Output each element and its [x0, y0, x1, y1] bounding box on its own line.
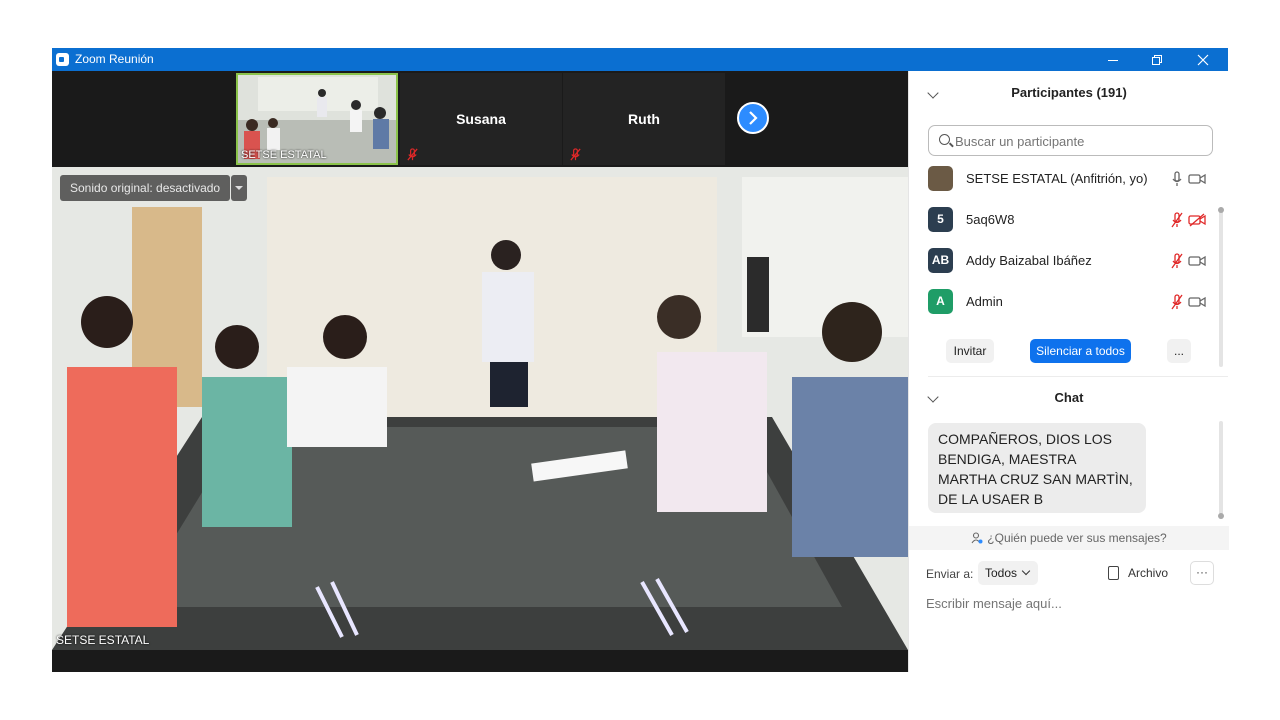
participant-name: Addy Baizabal Ibáñez — [966, 253, 1092, 268]
next-page-button[interactable] — [737, 102, 769, 134]
mic-muted-icon — [570, 148, 581, 161]
file-icon — [1108, 566, 1119, 580]
participant-name: Admin — [966, 294, 1003, 309]
participants-scrollbar[interactable] — [1218, 207, 1224, 367]
meeting-room-video-icon — [52, 167, 908, 650]
video-camera-icon[interactable] — [1188, 295, 1206, 309]
participant-row[interactable]: AB Addy Baizabal Ibáñez — [928, 247, 1208, 275]
participant-name: SETSE ESTATAL (Anfitrión, yo) — [966, 171, 1148, 186]
participant-name: 5aq6W8 — [966, 212, 1015, 227]
mic-muted-icon[interactable] — [1170, 212, 1184, 228]
avatar: 5 — [928, 207, 953, 232]
participant-row[interactable]: SETSE ESTATAL (Anfitrión, yo) — [928, 165, 1208, 193]
video-off-icon[interactable] — [1188, 213, 1206, 227]
who-can-see-messages-link[interactable]: ¿Quién puede ver sus mensajes? — [909, 526, 1229, 550]
close-button[interactable] — [1180, 48, 1226, 71]
original-sound-dropdown[interactable] — [231, 175, 247, 201]
participant-search-box[interactable] — [928, 125, 1213, 156]
mute-all-button[interactable]: Silenciar a todos — [1030, 339, 1131, 363]
zoom-window: Zoom Reunión SETSE ESTATAL Susana Ruth S… — [52, 48, 1229, 672]
close-icon — [1197, 54, 1209, 66]
title-bar: Zoom Reunión — [52, 48, 1228, 71]
mic-muted-icon — [407, 148, 418, 161]
window-title: Zoom Reunión — [75, 52, 154, 66]
main-video[interactable]: Sonido original: desactivado SETSE ESTAT… — [52, 167, 908, 650]
avatar — [928, 166, 953, 191]
chevron-right-icon — [749, 111, 758, 125]
mic-muted-icon[interactable] — [1170, 294, 1184, 310]
thumbnail-name: Ruth — [628, 111, 660, 127]
avatar: A — [928, 289, 953, 314]
minimize-icon — [1108, 60, 1118, 61]
chat-title: Chat — [1054, 390, 1084, 405]
chat-message: COMPAÑEROS, DIOS LOS BENDIGA, MAESTRA MA… — [928, 423, 1146, 513]
chat-more-button[interactable]: ··· — [1190, 561, 1214, 585]
participant-search-input[interactable] — [955, 131, 1205, 151]
participant-row[interactable]: 5 5aq6W8 — [928, 206, 1208, 234]
who-can-see-text: ¿Quién puede ver sus mensajes? — [987, 531, 1167, 545]
chat-message-input[interactable] — [926, 592, 1216, 614]
main-speaker-label: SETSE ESTATAL — [56, 633, 150, 647]
restore-icon — [1152, 55, 1162, 65]
search-icon — [939, 134, 950, 145]
thumbnail-setse[interactable]: SETSE ESTATAL — [236, 73, 398, 165]
video-area: SETSE ESTATAL Susana Ruth Sonido origina… — [52, 71, 908, 672]
restore-button[interactable] — [1134, 48, 1180, 71]
thumbnail-strip: SETSE ESTATAL Susana Ruth — [52, 71, 908, 166]
mic-icon[interactable] — [1170, 171, 1184, 187]
send-to-label: Enviar a: — [926, 567, 974, 581]
thumbnail-ruth[interactable]: Ruth — [563, 73, 725, 165]
video-bottom-bar — [52, 650, 908, 672]
mic-muted-icon[interactable] — [1170, 253, 1184, 269]
user-visibility-icon — [971, 532, 983, 544]
video-camera-icon[interactable] — [1188, 172, 1206, 186]
thumbnail-name: Susana — [456, 111, 506, 127]
section-divider — [928, 376, 1228, 377]
file-label: Archivo — [1128, 566, 1169, 580]
participant-row[interactable]: A Admin — [928, 288, 1208, 316]
participants-title: Participantes (191) — [1011, 85, 1127, 100]
participants-more-button[interactable]: ... — [1167, 339, 1191, 363]
thumbnail-label: SETSE ESTATAL — [241, 149, 327, 161]
original-sound-toggle[interactable]: Sonido original: desactivado — [60, 175, 231, 201]
chat-scrollbar[interactable] — [1218, 421, 1224, 519]
minimize-button[interactable] — [1090, 48, 1136, 71]
avatar: AB — [928, 248, 953, 273]
invite-button[interactable]: Invitar — [946, 339, 994, 363]
side-panel: Participantes (191) SETSE ESTATAL (Anfit… — [908, 71, 1229, 672]
file-button[interactable]: Archivo — [1106, 561, 1168, 585]
zoom-logo-icon — [56, 53, 69, 66]
thumbnail-susana[interactable]: Susana — [400, 73, 562, 165]
send-to-dropdown[interactable]: Todos — [978, 561, 1038, 585]
video-camera-icon[interactable] — [1188, 254, 1206, 268]
